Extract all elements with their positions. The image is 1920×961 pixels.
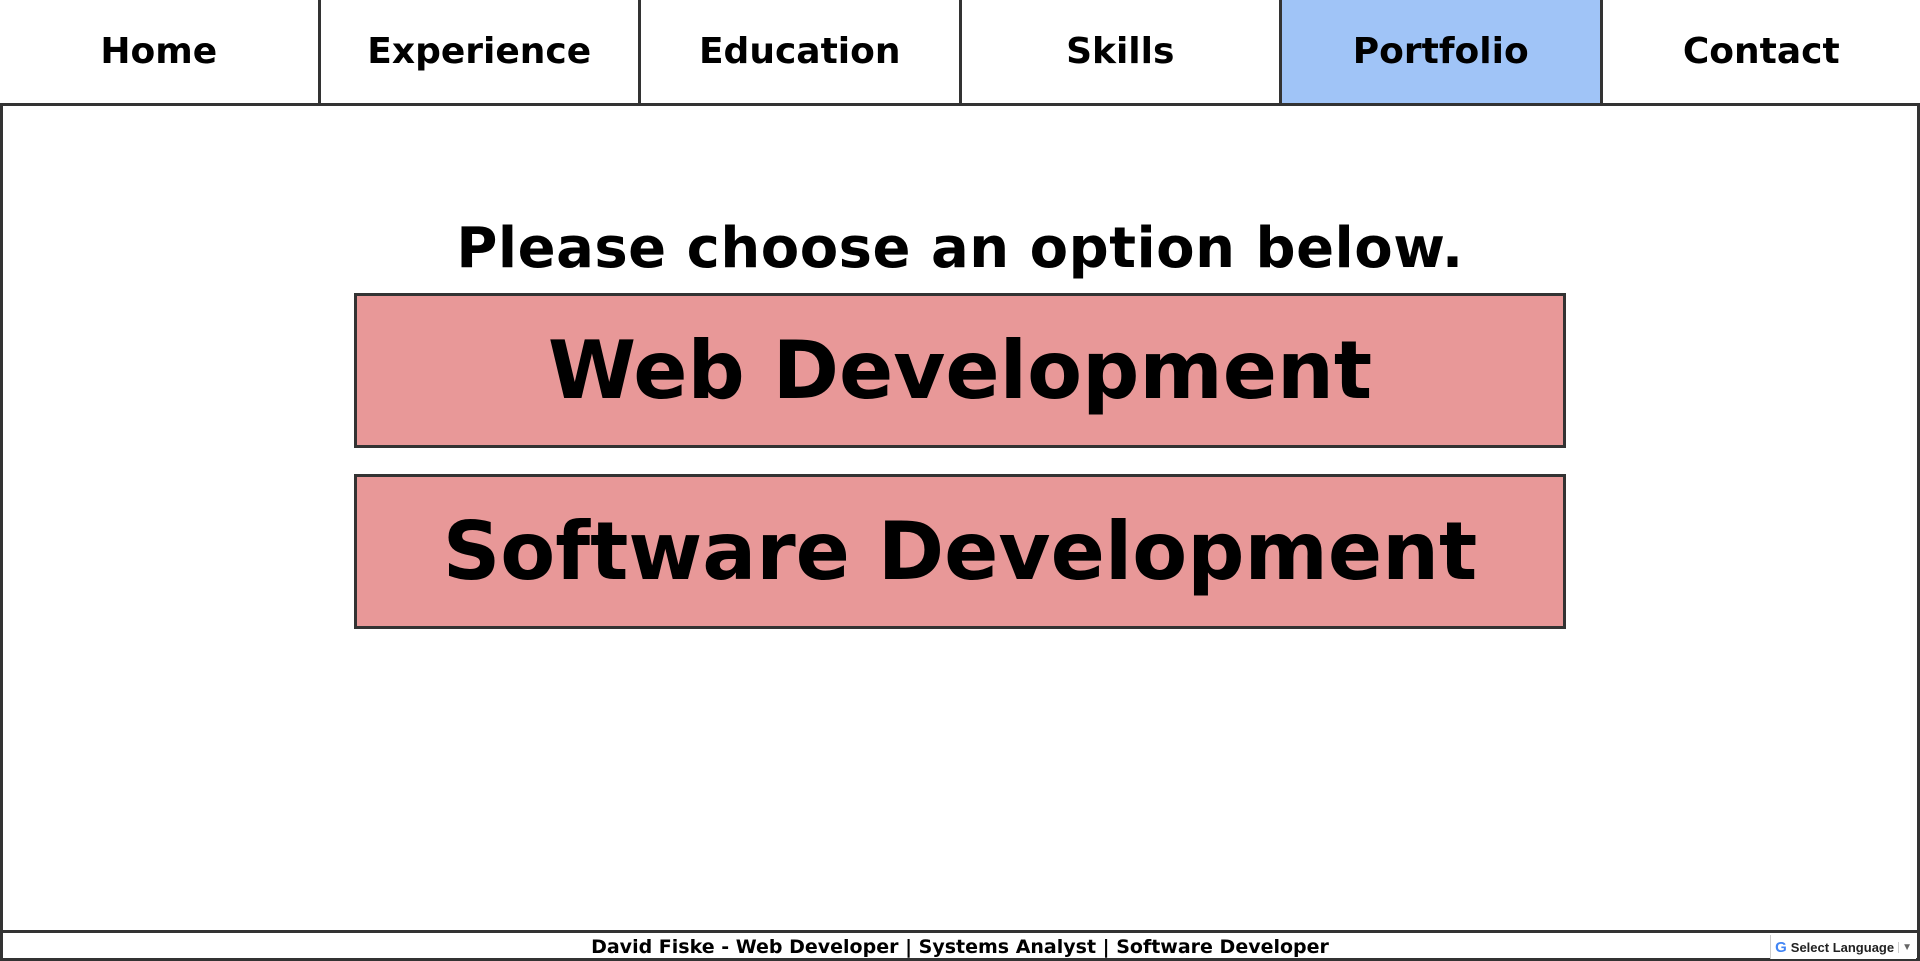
main-content: Please choose an option below. Web Devel… — [0, 106, 1920, 932]
main-nav: Home Experience Education Skills Portfol… — [0, 0, 1920, 106]
select-language-label: Select Language — [1790, 939, 1895, 955]
select-language-dropdown[interactable]: G Select Language ▼ — [1770, 935, 1916, 959]
nav-item-label: Contact — [1682, 31, 1840, 72]
nav-item-experience[interactable]: Experience — [320, 0, 641, 103]
nav-item-education[interactable]: Education — [641, 0, 962, 103]
footer: David Fiske - Web Developer | Systems An… — [0, 930, 1920, 961]
nav-item-home[interactable]: Home — [0, 0, 321, 103]
nav-item-label: Home — [100, 31, 218, 72]
nav-item-label: Skills — [1066, 31, 1175, 72]
nav-item-label: Portfolio — [1352, 31, 1529, 72]
software-development-button[interactable]: Software Development — [354, 474, 1566, 629]
nav-item-portfolio[interactable]: Portfolio — [1282, 0, 1603, 103]
nav-item-contact[interactable]: Contact — [1602, 0, 1920, 103]
google-icon: G — [1775, 938, 1787, 956]
option-label: Software Development — [442, 505, 1478, 598]
page-prompt: Please choose an option below. — [456, 216, 1464, 281]
footer-text: David Fiske - Web Developer | Systems An… — [591, 936, 1329, 958]
nav-item-skills[interactable]: Skills — [961, 0, 1282, 103]
nav-item-label: Experience — [367, 31, 592, 72]
web-development-button[interactable]: Web Development — [354, 293, 1566, 448]
option-label: Web Development — [547, 324, 1373, 417]
chevron-down-icon: ▼ — [1898, 941, 1912, 953]
nav-item-label: Education — [698, 31, 901, 72]
